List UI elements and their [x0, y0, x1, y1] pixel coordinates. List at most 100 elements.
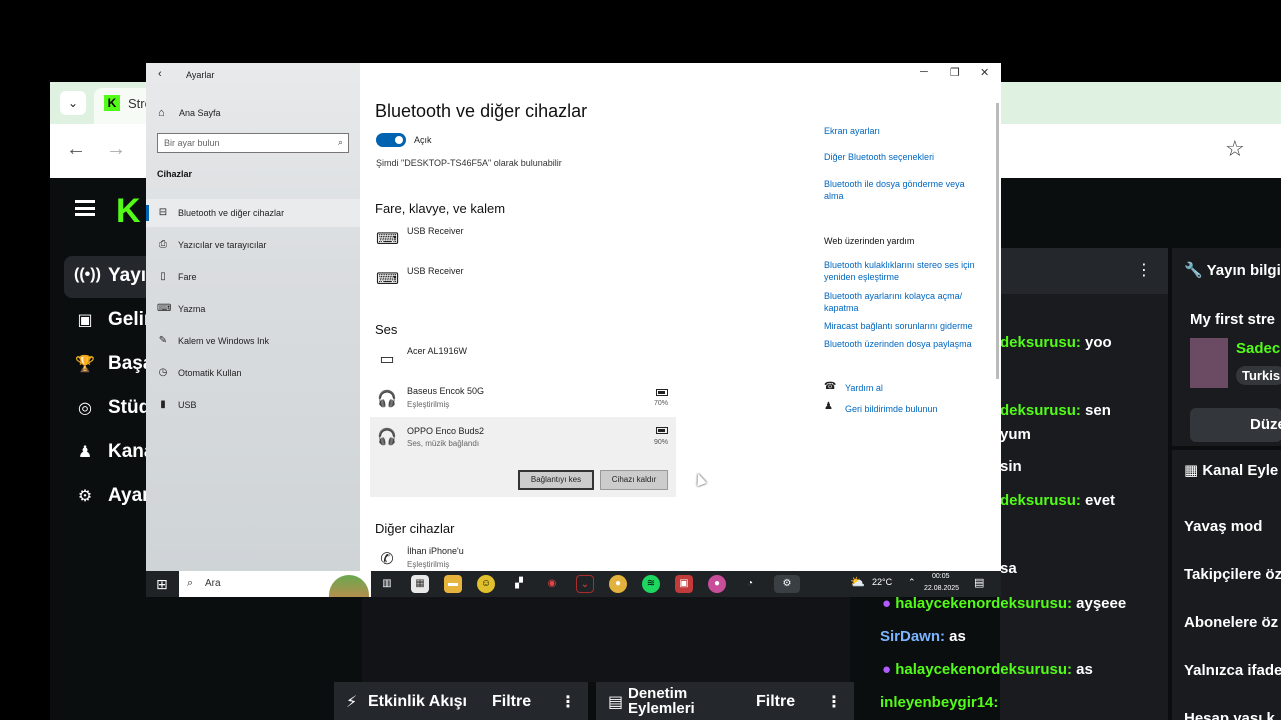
channel-action-item[interactable]: Takipçilere öz: [1184, 566, 1281, 583]
sidebar-item-label: Gelir: [108, 309, 152, 330]
nav-item-typing[interactable]: ⌨ Yazma: [146, 295, 360, 323]
nav-item-label: Yazma: [178, 304, 206, 314]
back-arrow-icon[interactable]: ←: [66, 138, 86, 161]
menu-icon[interactable]: [75, 200, 95, 216]
settings-taskbar-icon[interactable]: ⚙: [774, 575, 800, 593]
more-vertical-icon[interactable]: ⋮: [560, 692, 576, 712]
nav-item-label: USB: [178, 400, 197, 410]
recording-app-icon[interactable]: ◉: [543, 575, 561, 593]
chat-header: ⋮: [1000, 248, 1168, 294]
group-heading-audio: Ses: [375, 322, 398, 337]
remove-device-button[interactable]: Cihazı kaldır: [600, 470, 668, 490]
get-help-link[interactable]: Yardım al: [845, 383, 883, 393]
task-view-icon[interactable]: ▥: [378, 575, 396, 593]
help-link[interactable]: Miracast bağlantı sorunlarını giderme: [824, 321, 973, 331]
link-more-bluetooth-options[interactable]: Diğer Bluetooth seçenekleri: [824, 152, 934, 162]
tab-search-dropdown-icon[interactable]: ⌄: [60, 91, 86, 115]
bluetooth-icon: ⊟: [158, 207, 168, 218]
nav-item-printers[interactable]: ⎙ Yazıcılar ve tarayıcılar: [146, 231, 360, 259]
nav-item-autoplay[interactable]: ◷ Otomatik Kullan: [146, 359, 360, 387]
help-link[interactable]: kapatma: [824, 303, 859, 313]
tray-chevron-icon[interactable]: ⌃: [908, 577, 916, 588]
stream-info-title: 🔧 Yayın bilgi: [1184, 262, 1281, 279]
link-send-receive-files-cont[interactable]: alma: [824, 191, 844, 201]
moderation-title: Denetim Eylemleri: [628, 685, 695, 717]
device-name: USB Receiver: [407, 266, 464, 276]
filter-button[interactable]: Filtre: [492, 693, 531, 711]
minimize-button[interactable]: ─: [920, 66, 928, 78]
temperature[interactable]: 22°C: [872, 577, 892, 587]
calculator-icon[interactable]: ▦: [411, 575, 429, 593]
channel-action-item[interactable]: Hesap yaşı k: [1184, 710, 1275, 720]
nav-item-bluetooth[interactable]: ⊟ Bluetooth ve diğer cihazlar: [146, 199, 360, 227]
edit-button[interactable]: Düze: [1190, 408, 1281, 442]
device-name: İlhan iPhone'u: [407, 546, 464, 556]
file-explorer-icon[interactable]: ▬: [444, 575, 462, 593]
nav-item-label: Otomatik Kullan: [178, 368, 242, 378]
chat-message: yum: [1000, 426, 1031, 443]
stream-title: My first stre: [1190, 311, 1276, 328]
app-grid-icon[interactable]: ▞: [510, 575, 528, 593]
clock-time[interactable]: 00:05: [932, 573, 950, 580]
device-usb-receiver-1[interactable]: ⌨ USB Receiver: [370, 223, 676, 263]
help-link[interactable]: Bluetooth üzerinden dosya paylaşma: [824, 339, 972, 349]
red-app-icon[interactable]: ▣: [675, 575, 693, 593]
channel-action-item[interactable]: Yavaş mod: [1184, 518, 1262, 535]
home-link[interactable]: Ana Sayfa: [179, 108, 221, 118]
taskbar-search[interactable]: ⌕ Ara: [179, 571, 371, 597]
spotify-icon[interactable]: ≋: [642, 575, 660, 593]
windows-start-icon[interactable]: ⊞: [156, 576, 168, 593]
keyboard-icon: ⌨: [376, 231, 400, 248]
battery-icon: [656, 427, 668, 434]
snapchat-icon[interactable]: ☺: [477, 575, 495, 593]
battery-percent: 90%: [653, 439, 668, 446]
feedback-link[interactable]: Geri bildirimde bulunun: [845, 404, 938, 414]
chrome-icon[interactable]: ●: [609, 575, 627, 593]
timer-app-icon[interactable]: ◔: [741, 575, 759, 593]
clock-date[interactable]: 22.08.2025: [924, 585, 959, 592]
help-link[interactable]: Bluetooth ayarlarını kolayca açma/: [824, 291, 962, 301]
nav-item-pen[interactable]: ✎ Kalem ve Windows Ink: [146, 327, 360, 355]
notification-icon[interactable]: ▤: [974, 576, 984, 589]
more-vertical-icon[interactable]: ⋮: [1136, 260, 1152, 280]
chrome-profile-icon[interactable]: ●: [708, 575, 726, 593]
scrollbar[interactable]: [996, 103, 999, 379]
chat-message: ● halaycekenordeksurusu: ayşeee: [882, 595, 1127, 612]
bluetooth-toggle[interactable]: [376, 133, 406, 147]
help-link[interactable]: Bluetooth kulaklıklarını stereo ses için: [824, 260, 975, 270]
search-icon: ⌕: [187, 577, 194, 589]
disconnect-button[interactable]: Bağlantıyı kes: [518, 470, 594, 490]
back-arrow-icon[interactable]: ‹: [158, 68, 162, 80]
maximize-button[interactable]: ❐: [950, 66, 960, 79]
nav-item-mouse[interactable]: ▯ Fare: [146, 263, 360, 291]
nav-item-usb[interactable]: ▮ USB: [146, 391, 360, 419]
link-send-receive-files[interactable]: Bluetooth ile dosya gönderme veya: [824, 179, 965, 189]
chat-panel: [1000, 248, 1168, 720]
typing-icon: ⌨: [157, 303, 172, 314]
chat-message: deksurusu: evet: [1000, 492, 1116, 509]
close-button[interactable]: ✕: [980, 66, 989, 79]
settings-search-input[interactable]: Bir ayar bulun ⌕: [157, 133, 349, 153]
mouse-icon: ▯: [160, 271, 166, 282]
media-app-icon[interactable]: ⌄: [576, 575, 594, 593]
device-name: Acer AL1916W: [407, 346, 468, 356]
panel-divider: [1172, 446, 1281, 450]
windows-taskbar: ⊞ ⌕ Ara ▥ ▦ ▬ ☺ ▞ ◉ ⌄ ● ≋ ▣ ● ◔ ⚙ ⛅ 22°C…: [146, 571, 1001, 597]
help-link[interactable]: yeniden eşleştirme: [824, 272, 899, 282]
more-vertical-icon[interactable]: ⋮: [826, 692, 842, 712]
settings-window: ‹ Ayarlar ⌂ Ana Sayfa Bir ayar bulun ⌕ C…: [146, 63, 1001, 571]
device-acer-monitor[interactable]: ▭ Acer AL1916W: [370, 343, 676, 383]
filter-button[interactable]: Filtre: [756, 693, 795, 711]
channel-action-item[interactable]: Abonelere öz: [1184, 614, 1278, 631]
kick-logo[interactable]: K: [116, 192, 141, 231]
device-usb-receiver-2[interactable]: ⌨ USB Receiver: [370, 263, 676, 303]
device-oppo-buds[interactable]: 🎧 OPPO Enco Buds2 Ses, müzik bağlandı 90…: [370, 417, 676, 497]
forward-arrow-icon[interactable]: →: [106, 138, 126, 161]
search-highlight-image: [329, 575, 369, 597]
chat-message: sin: [1000, 458, 1022, 475]
app-title: Ayarlar: [186, 70, 215, 80]
channel-action-item[interactable]: Yalnızca ifade: [1184, 662, 1281, 679]
discoverable-text: Şimdi "DESKTOP-TS46F5A" olarak bulunabil…: [376, 158, 562, 168]
bookmark-star-icon[interactable]: ☆: [1225, 136, 1245, 162]
link-display-settings[interactable]: Ekran ayarları: [824, 126, 880, 136]
